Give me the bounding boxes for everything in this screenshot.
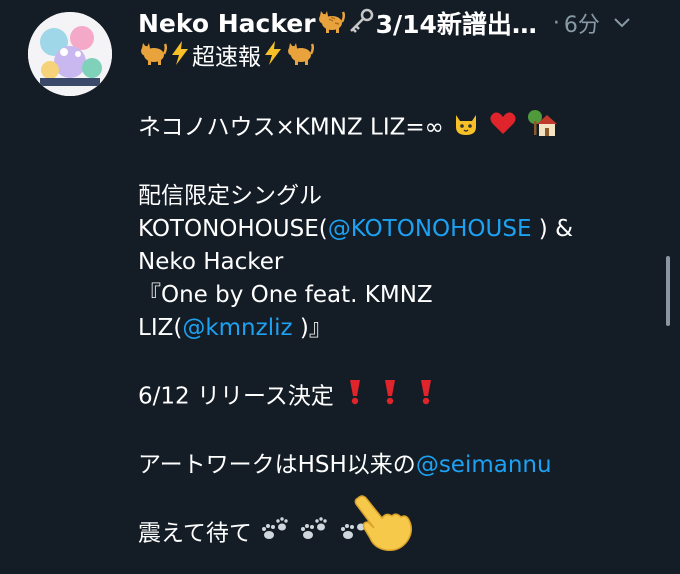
- liz-post: )』: [292, 315, 332, 341]
- paw-prints-icon: [260, 515, 290, 553]
- line-artwork: アートワークはHSH以来の@seimannu: [138, 449, 648, 482]
- tweet-header: Neko Hacker 3/14新譜出… · 6分: [138, 6, 660, 40]
- line-liz: LIZ(@kmnzliz )』: [138, 312, 648, 345]
- line-breaking-news: 超速報: [138, 40, 648, 76]
- mention-kmnzliz[interactable]: @kmnzliz: [182, 315, 292, 341]
- paw-prints-icon: [299, 515, 329, 553]
- chevron-down-icon[interactable]: [610, 11, 634, 35]
- artwork-text: アートワークはHSH以来の: [138, 452, 416, 478]
- cat-icon: [317, 8, 345, 38]
- cat-face-icon: [452, 109, 480, 147]
- pointing-hand-icon: [352, 492, 416, 556]
- collab-text: ネコノハウス×KMNZ LIZ=∞: [138, 114, 444, 141]
- red-heart-icon: [489, 110, 517, 146]
- lightning-icon: [169, 40, 191, 76]
- kotonohouse-pre: KOTONOHOUSE(: [138, 216, 328, 242]
- release-text: 6/12 リリース決定: [138, 383, 334, 410]
- key-icon: [347, 8, 375, 38]
- kotonohouse-post: ) &: [531, 216, 574, 242]
- breaking-news-text: 超速報: [192, 44, 261, 71]
- line-collab: ネコノハウス×KMNZ LIZ=∞: [138, 109, 648, 147]
- avatar[interactable]: [28, 12, 112, 96]
- line-release: 6/12 リリース決定: [138, 378, 648, 416]
- cat-icon: [139, 40, 168, 76]
- red-exclamation-icon: [377, 378, 403, 416]
- scrollbar[interactable]: [666, 256, 670, 326]
- tweet: Neko Hacker 3/14新譜出… · 6分 超速報 ネコノハウス×KMN…: [0, 0, 680, 574]
- house-with-tree-icon: [527, 109, 557, 147]
- liz-pre: LIZ(: [138, 315, 183, 341]
- author-name[interactable]: Neko Hacker: [138, 9, 316, 38]
- red-exclamation-icon: [342, 378, 368, 416]
- separator: ·: [552, 10, 560, 36]
- timestamp[interactable]: 6分: [564, 7, 600, 39]
- line-kotonohouse: KOTONOHOUSE(@KOTONOHOUSE ) &: [138, 213, 648, 246]
- mention-seimannu[interactable]: @seimannu: [416, 452, 552, 478]
- header-suffix: 3/14新譜出…: [375, 10, 537, 39]
- line-neko-hacker: Neko Hacker: [138, 249, 284, 275]
- line-single: 配信限定シングル: [138, 183, 322, 209]
- lightning-icon: [262, 40, 284, 76]
- tweet-body: 超速報 ネコノハウス×KMNZ LIZ=∞ 配信限定シングル KOTONOHOU…: [138, 40, 648, 553]
- wait-text: 震えて待て: [138, 520, 252, 547]
- line-song-title: 『One by One feat. KMNZ: [138, 282, 433, 308]
- red-exclamation-icon: [413, 378, 439, 416]
- mention-kotonohouse[interactable]: @KOTONOHOUSE: [328, 216, 532, 242]
- cat-icon: [286, 40, 315, 76]
